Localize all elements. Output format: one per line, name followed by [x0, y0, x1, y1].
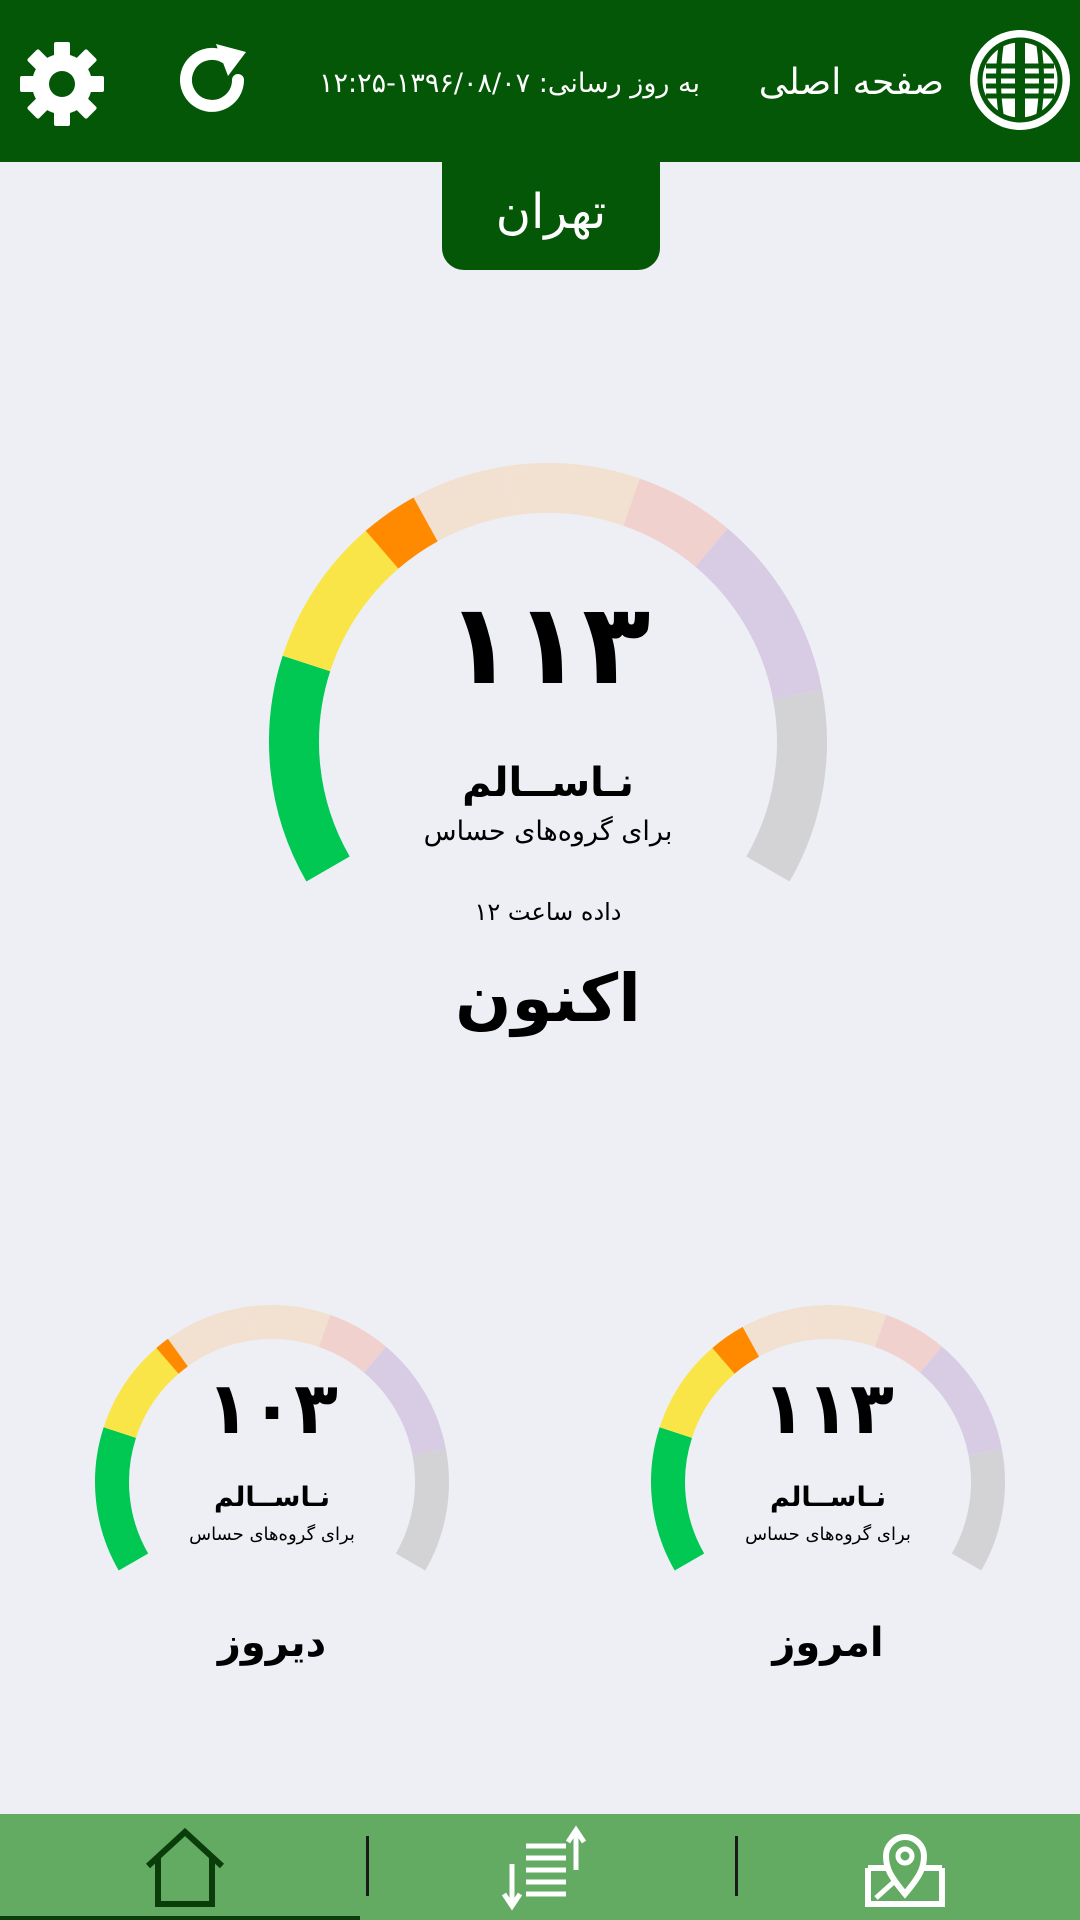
current-aqi-value: ۱۱۳: [445, 580, 651, 710]
yesterday-aqi-description: برای گروه‌های حساس: [189, 1524, 355, 1545]
today-aqi-value: ۱۱۳: [762, 1366, 894, 1450]
gauge-segment-unhealthy: [802, 1305, 887, 1348]
gauge-segment-sensitive-filled: [365, 497, 439, 569]
gauge-segment-unhealthy: [507, 463, 640, 526]
yesterday-aqi-gauge: ۱۰۳ نـاســالم برای گروه‌های حساس دیروز: [92, 1302, 452, 1666]
today-label: امروز: [772, 1620, 884, 1666]
nav-home-button[interactable]: [0, 1814, 360, 1920]
today-aqi-description: برای گروه‌های حساس: [745, 1524, 911, 1545]
nav-active-indicator: [0, 1916, 360, 1920]
gauge-segment-sensitive-empty: [742, 1306, 808, 1357]
current-aqi-status: نـاســالم: [462, 760, 634, 806]
current-gauge-arc: [269, 463, 827, 882]
gauge-segment-sensitive-filled: [156, 1338, 189, 1374]
gauge-segment-very-unhealthy: [874, 1314, 942, 1373]
city-tab[interactable]: تهران: [442, 162, 660, 270]
data-hour-note: داده ساعت ۱۲: [474, 898, 622, 926]
current-label: اکنون: [455, 960, 641, 1037]
nav-sort-button[interactable]: [360, 1814, 720, 1920]
gauge-segment-sensitive-empty: [413, 465, 516, 542]
gear-icon[interactable]: [18, 40, 106, 128]
yesterday-label: دیروز: [217, 1620, 327, 1666]
yesterday-aqi-value: ۱۰۳: [206, 1366, 338, 1450]
sort-list-icon: [501, 1825, 587, 1911]
page-title: صفحه اصلی: [758, 62, 944, 103]
nav-map-button[interactable]: [720, 1814, 1080, 1920]
update-value: ۱۳۹۶/۰۸/۰۷-۱۲:۲۵: [319, 68, 531, 99]
gauge-segment-unhealthy: [246, 1305, 331, 1348]
nav-separator: [366, 1836, 369, 1896]
current-aqi-gauge: ۱۱۳ نـاســالم برای گروه‌های حساس داده سا…: [268, 462, 828, 1037]
today-aqi-gauge: ۱۱۳ نـاســالم برای گروه‌های حساس امروز: [648, 1302, 1008, 1666]
yesterday-aqi-status: نـاســالم: [214, 1482, 330, 1513]
bottom-navigation: [0, 1814, 1080, 1920]
today-aqi-status: نـاســالم: [770, 1482, 886, 1513]
map-pin-icon: [865, 1834, 945, 1907]
home-icon: [145, 1827, 225, 1907]
gauge-segment-sensitive-empty: [167, 1306, 252, 1367]
app-header: صفحه اصلی به روز رسانی: ۱۳۹۶/۰۸/۰۷-۱۲:۲۵: [0, 0, 1080, 162]
environment-logo-icon: [970, 30, 1070, 130]
last-update: به روز رسانی: ۱۳۹۶/۰۸/۰۷-۱۲:۲۵: [290, 68, 700, 99]
gauge-segment-very-unhealthy: [318, 1314, 386, 1373]
refresh-icon[interactable]: [172, 38, 256, 122]
gauge-segment-very-unhealthy: [622, 478, 728, 568]
update-label: به روز رسانی:: [538, 68, 700, 99]
gauge-segment-sensitive-filled: [712, 1326, 760, 1375]
nav-separator: [735, 1836, 738, 1896]
current-aqi-description: برای گروه‌های حساس: [423, 816, 673, 847]
